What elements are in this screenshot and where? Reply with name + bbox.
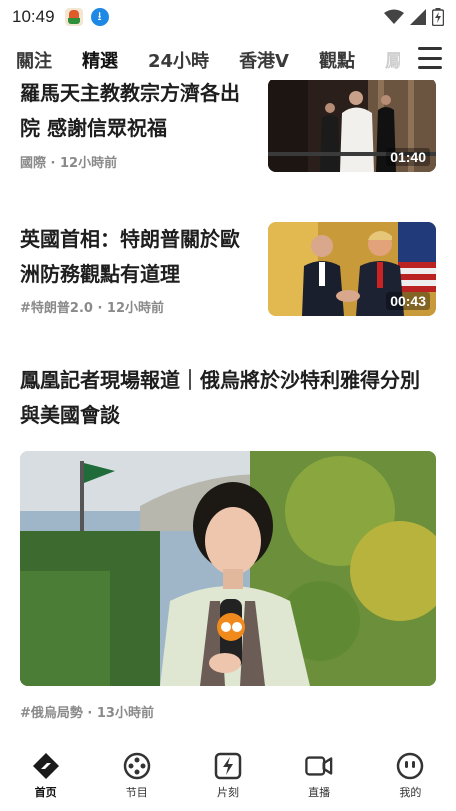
bottom-nav-label: 直播: [308, 786, 331, 799]
tab-hong-kong-v[interactable]: 香港V: [239, 47, 289, 73]
status-left-icons: ⭳: [64, 8, 109, 26]
video-duration: 00:43: [386, 292, 430, 310]
bottom-nav-label: 节目: [125, 786, 148, 799]
bottom-nav: 首页 节目 片刻 直播 我的: [0, 748, 456, 811]
status-right-icons: [384, 8, 444, 26]
status-time: 10:49: [12, 7, 55, 26]
news-title: 羅馬天主教教宗方濟各出院 感謝信眾祝福: [20, 81, 240, 140]
tab-featured[interactable]: 精選: [82, 47, 118, 73]
news-meta: #特朗普2.0 · 12小時前: [20, 301, 165, 316]
bottom-nav-programs[interactable]: 节目: [102, 752, 172, 800]
video-thumbnail[interactable]: 00:43: [268, 222, 436, 316]
bottom-nav-label: 首页: [34, 786, 57, 799]
bottom-nav-moments[interactable]: 片刻: [193, 752, 263, 800]
video-thumbnail[interactable]: 01:40: [268, 80, 436, 172]
video-duration: 01:40: [386, 148, 430, 166]
news-item-pope[interactable]: 羅馬天主教教宗方濟各出院 感謝信眾祝福 國際 · 12小時前 01:40: [20, 80, 436, 172]
news-title: 英國首相：特朗普關於歐洲防務觀點有道理: [20, 227, 240, 286]
news-item-uk-pm[interactable]: 英國首相：特朗普關於歐洲防務觀點有道理 #特朗普2.0 · 12小時前 00:4…: [20, 222, 436, 316]
news-feed[interactable]: 羅馬天主教教宗方濟各出院 感謝信眾祝福 國際 · 12小時前 01:40 英國首…: [0, 80, 456, 748]
battery-charging-icon: [432, 8, 444, 26]
bottom-nav-me[interactable]: 我的: [375, 752, 445, 800]
news-title: 鳳凰記者現場報道｜俄烏將於沙特利雅得分別與美國會談: [20, 368, 420, 427]
signal-icon: [410, 9, 426, 25]
lightning-icon: [214, 752, 242, 780]
app-notification-icon: [64, 8, 83, 26]
wifi-icon: [384, 9, 404, 24]
tab-list: 關注 精選 24小時 香港V 觀點 鳳: [0, 47, 400, 73]
news-meta: 國際 · 12小時前: [20, 156, 118, 171]
status-bar: 10:49 ⭳: [0, 0, 456, 34]
tab-phoenix[interactable]: 鳳: [385, 47, 400, 73]
bottom-nav-label: 片刻: [216, 786, 239, 799]
home-icon: [32, 752, 60, 780]
reporter-image: [20, 451, 436, 686]
download-icon: ⭳: [90, 8, 109, 26]
video-player-thumbnail[interactable]: [20, 451, 436, 686]
tab-following[interactable]: 關注: [16, 47, 52, 73]
news-item-phoenix-report[interactable]: 鳳凰記者現場報道｜俄烏將於沙特利雅得分別與美國會談 #俄烏局勢 · 13小時前: [20, 363, 436, 721]
menu-icon[interactable]: [418, 47, 442, 69]
tab-opinion[interactable]: 觀點: [319, 47, 355, 73]
bottom-nav-home[interactable]: 首页: [11, 752, 81, 800]
bottom-nav-label: 我的: [399, 786, 422, 799]
tab-24-hours[interactable]: 24小時: [148, 47, 209, 73]
profile-face-icon: [396, 752, 424, 780]
top-nav: 關注 精選 24小時 香港V 觀點 鳳: [0, 40, 456, 80]
bottom-nav-live[interactable]: 直播: [284, 752, 354, 800]
news-meta: #俄烏局勢 · 13小時前: [20, 706, 154, 721]
video-camera-icon: [305, 752, 333, 780]
film-reel-icon: [123, 752, 151, 780]
